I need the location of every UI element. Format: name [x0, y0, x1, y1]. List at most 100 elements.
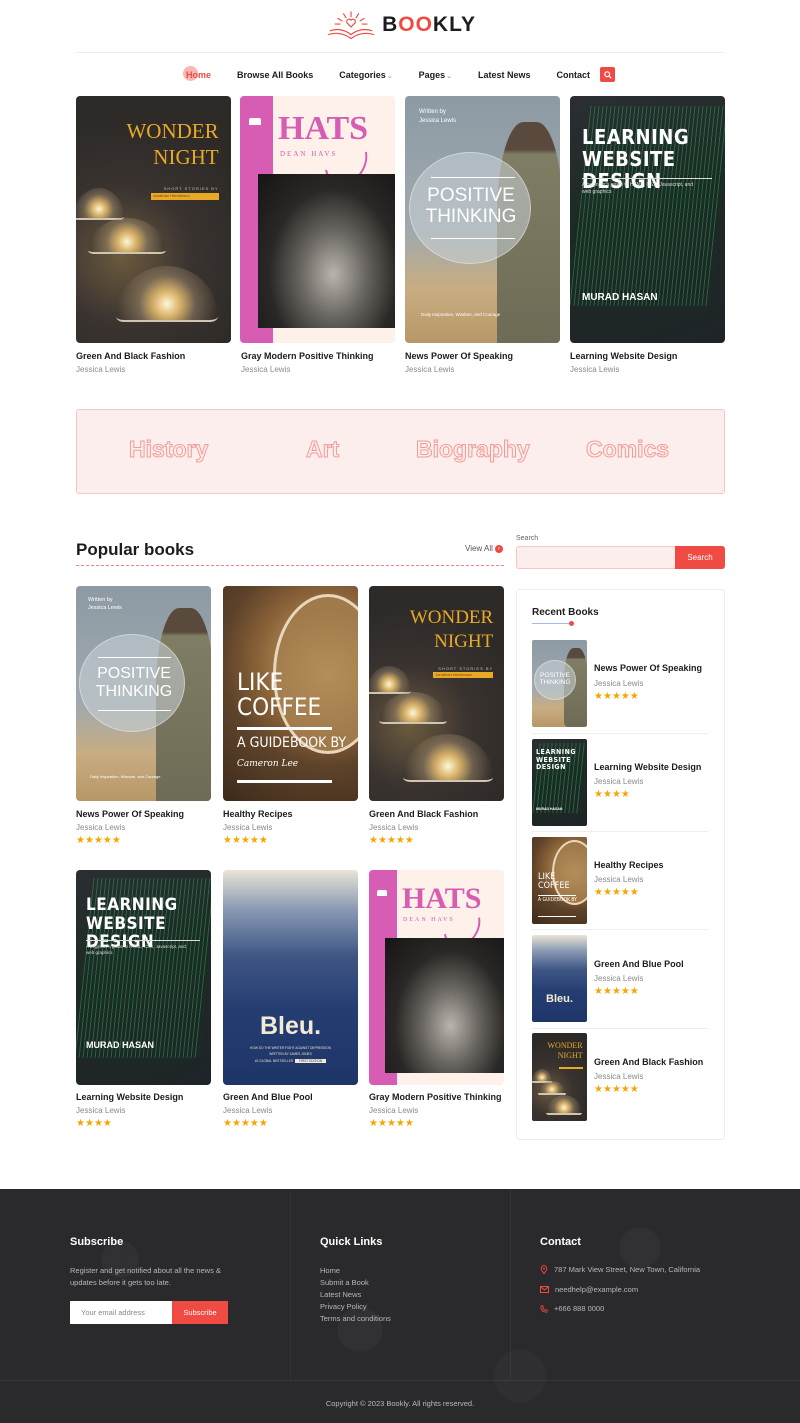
featured-cover-wonder-night[interactable]: WONDER NIGHT SHORT STORIES BY Jonathan He… — [76, 96, 231, 343]
cover-rule — [237, 780, 332, 783]
star-icon: ★ — [602, 1084, 612, 1095]
star-icon: ★ — [594, 1084, 603, 1095]
star-rating: ★★★★ — [76, 1118, 112, 1129]
category-art[interactable]: Art — [305, 436, 339, 463]
nav-pages[interactable]: Pages⌄ — [419, 70, 452, 80]
category-history[interactable]: History — [128, 436, 208, 463]
book-author: Jessica Lewis — [223, 1106, 273, 1115]
cover-subtitle: SHORT STORIES BY — [438, 666, 494, 671]
star-icon: ★ — [84, 835, 94, 846]
star-icon: ★ — [611, 1084, 621, 1095]
book-title[interactable]: News Power Of Speaking — [76, 809, 184, 819]
star-rating: ★★★★★ — [594, 1084, 639, 1095]
cover-author: Jessica Lewis — [419, 118, 457, 124]
featured-cover-hats[interactable]: HATS DEAN HAVS — [240, 96, 395, 343]
cover-rule — [237, 727, 332, 730]
site-logo[interactable]: BOOKLY — [326, 8, 476, 42]
recent-book-author: Jessica Lewis — [594, 875, 644, 884]
book-title[interactable]: Learning Website Design — [76, 1092, 183, 1102]
star-icon: ★ — [231, 835, 241, 846]
nav-search-button[interactable] — [600, 67, 615, 82]
recent-cover-positive-thinking[interactable]: POSITIVE THINKING — [532, 640, 587, 727]
cover-title-line2: NIGHT — [434, 630, 494, 652]
sidebar-search-button[interactable]: Search — [675, 546, 725, 569]
subscribe-button[interactable]: Subscribe — [172, 1301, 228, 1324]
popular-cover-bleu[interactable]: Bleu. HOW DO THE WRITER FIGHT AGAINST DE… — [223, 870, 358, 1085]
nav-home[interactable]: Home — [182, 66, 211, 81]
cover-title: LIKE COFFEE — [237, 669, 321, 720]
cover-subtitle: A GUIDEBOOK BY — [237, 735, 347, 751]
book-title[interactable]: Green And Black Fashion — [369, 809, 478, 819]
popular-cover-learning-website-design[interactable]: LEARNING WEBSITE DESIGN A beginner's guid… — [76, 870, 211, 1085]
star-icon: ★ — [369, 835, 378, 846]
book-title[interactable]: Gray Modern Positive Thinking — [369, 1092, 502, 1102]
cover-photo-woman-hat — [385, 938, 504, 1073]
cover-title-line1: WONDER — [547, 1041, 583, 1050]
star-icon: ★ — [240, 835, 250, 846]
popular-cover-hats[interactable]: HATS DEAN HAVS — [369, 870, 504, 1085]
nav-browse-all-books[interactable]: Browse All Books — [237, 70, 313, 80]
featured-cover-positive-thinking[interactable]: Written by Jessica Lewis POSITIVE THINKING… — [405, 96, 560, 343]
contact-email[interactable]: needhelp@example.com — [540, 1285, 638, 1294]
recent-cover-like-coffee[interactable]: LIKE COFFEE A GUIDEBOOK BY — [532, 837, 587, 924]
main-nav: Home Browse All Books Categories⌄ Pages⌄… — [182, 66, 616, 84]
popular-cover-positive-thinking[interactable]: Written by Jessica Lewis POSITIVE THINKING… — [76, 586, 211, 801]
recent-book-title[interactable]: News Power Of Speaking — [594, 663, 702, 673]
featured-cover-learning-website-design[interactable]: LEARNING WEBSITE DESIGN A beginner's guid… — [570, 96, 725, 343]
footer-link-home[interactable]: Home — [320, 1266, 340, 1275]
subscribe-text-line1: Register and get notified about all the … — [70, 1266, 221, 1275]
nav-contact[interactable]: Contact — [557, 70, 591, 80]
star-rating: ★★★★★ — [223, 1118, 268, 1129]
star-icon: ★ — [93, 1118, 103, 1129]
cover-author: Jessica Lewis — [88, 605, 122, 611]
footer-quick-links-heading: Quick Links — [320, 1236, 383, 1248]
cover-title-line2: WEBSITE DESIGN — [536, 755, 572, 772]
recent-book-title[interactable]: Green And Black Fashion — [594, 1057, 703, 1067]
footer-link-submit-book[interactable]: Submit a Book — [320, 1278, 369, 1287]
book-title[interactable]: Green And Black Fashion — [76, 351, 185, 361]
star-icon: ★ — [602, 887, 612, 898]
star-icon: ★ — [76, 835, 85, 846]
cover-author: MURAD HASAN — [536, 807, 563, 811]
star-icon: ★ — [111, 835, 121, 846]
recent-cover-learning-website-design[interactable]: LEARNING WEBSITE DESIGN MURAD HASAN — [532, 739, 587, 826]
popular-cover-like-coffee[interactable]: LIKE COFFEE A GUIDEBOOK BY Cameron Lee — [223, 586, 358, 801]
book-title[interactable]: News Power Of Speaking — [405, 351, 513, 361]
category-comics[interactable]: Comics — [585, 436, 669, 463]
star-rating: ★★★★★ — [369, 835, 414, 846]
nav-categories[interactable]: Categories⌄ — [339, 70, 392, 80]
star-rating: ★★★★ — [594, 789, 630, 800]
cover-author: Jonathan Henderson — [433, 672, 494, 678]
category-biography[interactable]: Biography — [416, 436, 531, 463]
recent-cover-wonder-night[interactable]: WONDER NIGHT — [532, 1033, 587, 1121]
cover-title-line2: THINKING — [95, 682, 173, 700]
recent-book-author: Jessica Lewis — [594, 1072, 644, 1081]
cover-title-line1: POSITIVE — [540, 672, 570, 679]
recent-book-title[interactable]: Healthy Recipes — [594, 860, 664, 870]
star-icon: ★ — [102, 835, 112, 846]
book-title[interactable]: Gray Modern Positive Thinking — [241, 351, 374, 361]
book-title[interactable]: Healthy Recipes — [223, 809, 293, 819]
star-icon: ★ — [611, 986, 621, 997]
footer-link-terms[interactable]: Terms and conditions — [320, 1314, 391, 1323]
recent-book-title[interactable]: Green And Blue Pool — [594, 959, 684, 969]
popular-cover-wonder-night[interactable]: WONDER NIGHT SHORT STORIES BY Jonathan He… — [369, 586, 504, 801]
footer-divider — [0, 1380, 800, 1381]
book-title[interactable]: Green And Blue Pool — [223, 1092, 313, 1102]
footer-link-privacy-policy[interactable]: Privacy Policy — [320, 1302, 367, 1311]
star-icon: ★ — [594, 986, 603, 997]
star-icon: ★ — [620, 887, 630, 898]
brand-prefix: B — [382, 13, 399, 36]
view-all-link[interactable]: View All › — [465, 544, 503, 553]
book-title[interactable]: Learning Website Design — [570, 351, 677, 361]
contact-phone[interactable]: +666 888 0000 — [540, 1304, 604, 1313]
sidebar-search-input[interactable] — [516, 546, 675, 569]
recent-book-title[interactable]: Learning Website Design — [594, 762, 701, 772]
list-divider — [532, 1028, 708, 1029]
recent-cover-bleu[interactable]: Bleu. — [532, 935, 587, 1022]
cover-title: Bleu. — [259, 1012, 322, 1040]
nav-latest-news[interactable]: Latest News — [478, 70, 531, 80]
cover-badges: #1 GLOBAL BESTSELLER FIRST EDITION — [223, 1059, 358, 1063]
subscribe-email-input[interactable]: Your email address — [70, 1301, 172, 1324]
footer-link-latest-news[interactable]: Latest News — [320, 1290, 361, 1299]
